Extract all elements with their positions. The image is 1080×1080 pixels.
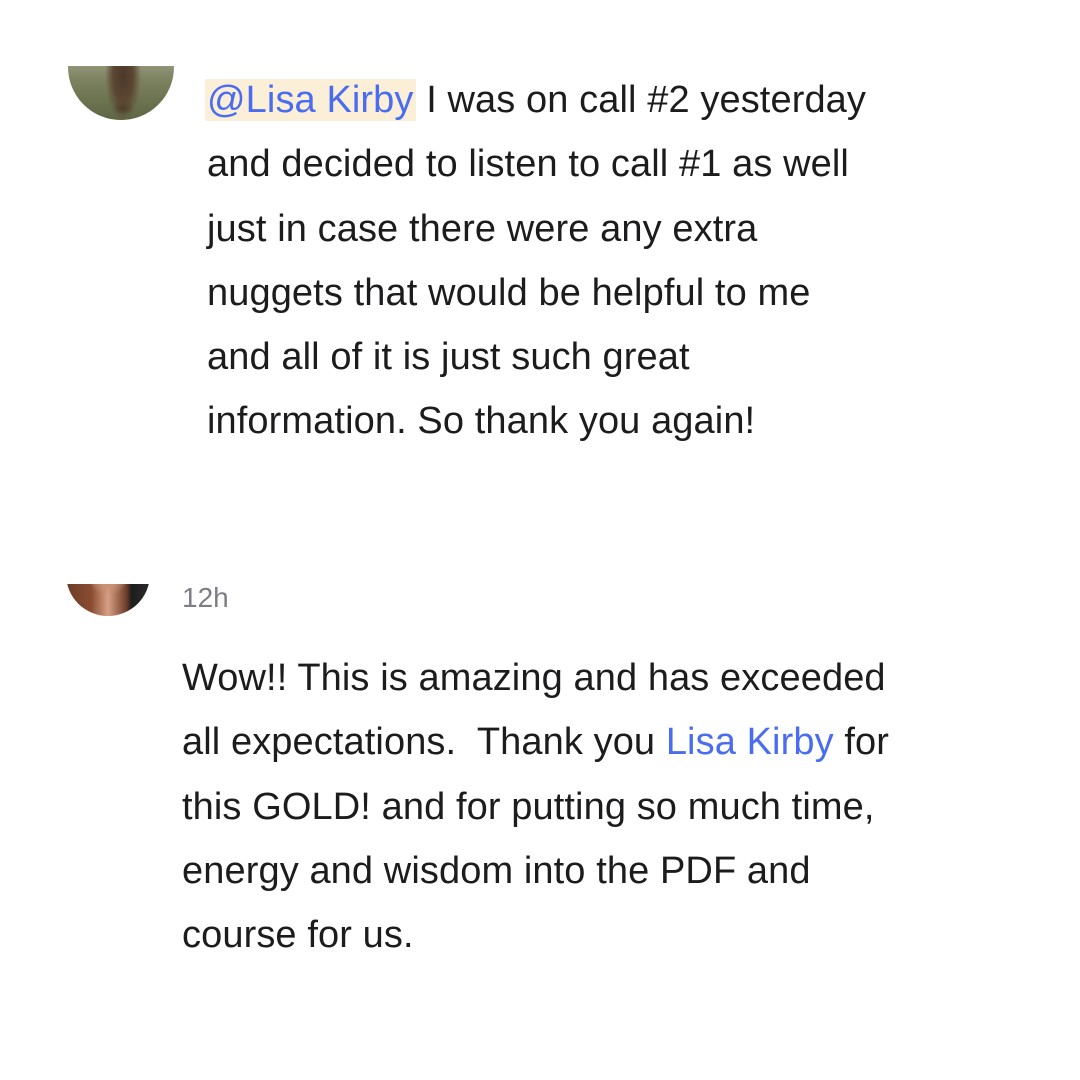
comment-line: and all of it is just such great	[207, 336, 690, 379]
comment-line: Wow!! This is amazing and has exceeded	[182, 657, 886, 699]
comment-body: Wow!! This is amazing and has exceeded a…	[182, 646, 1022, 967]
comment-timestamp: 12h	[182, 582, 229, 613]
avatar-clip	[0, 500, 1080, 584]
comment-line: course for us.	[182, 914, 414, 957]
comment-text: all expectations. Thank you	[182, 721, 666, 764]
user-mention[interactable]: @Lisa Kirby	[205, 79, 416, 121]
comment-line: @Lisa Kirby I was on call #2 yesterday	[205, 68, 1007, 132]
comment-line: all expectations. Thank you Lisa Kirby f…	[182, 710, 1022, 774]
comment-line: this GOLD! and for putting so much time,	[182, 785, 875, 828]
comment-line: and decided to listen to call #1 as well	[207, 143, 849, 186]
comment-text: I was on call #2 yesterday	[415, 79, 867, 121]
scroll-clip	[0, 0, 1080, 66]
comment-line: just in case there were any extra	[207, 207, 758, 250]
comment-body: @Lisa Kirby I was on call #2 yesterday a…	[205, 68, 1007, 454]
comment-line: nuggets that would be helpful to me	[207, 271, 811, 314]
comment-line: energy and wisdom into the PDF and	[182, 849, 811, 892]
comment-line: information. So thank you again!	[207, 400, 756, 443]
comment-text: for	[833, 721, 889, 764]
user-mention-link[interactable]: Lisa Kirby	[666, 721, 834, 763]
